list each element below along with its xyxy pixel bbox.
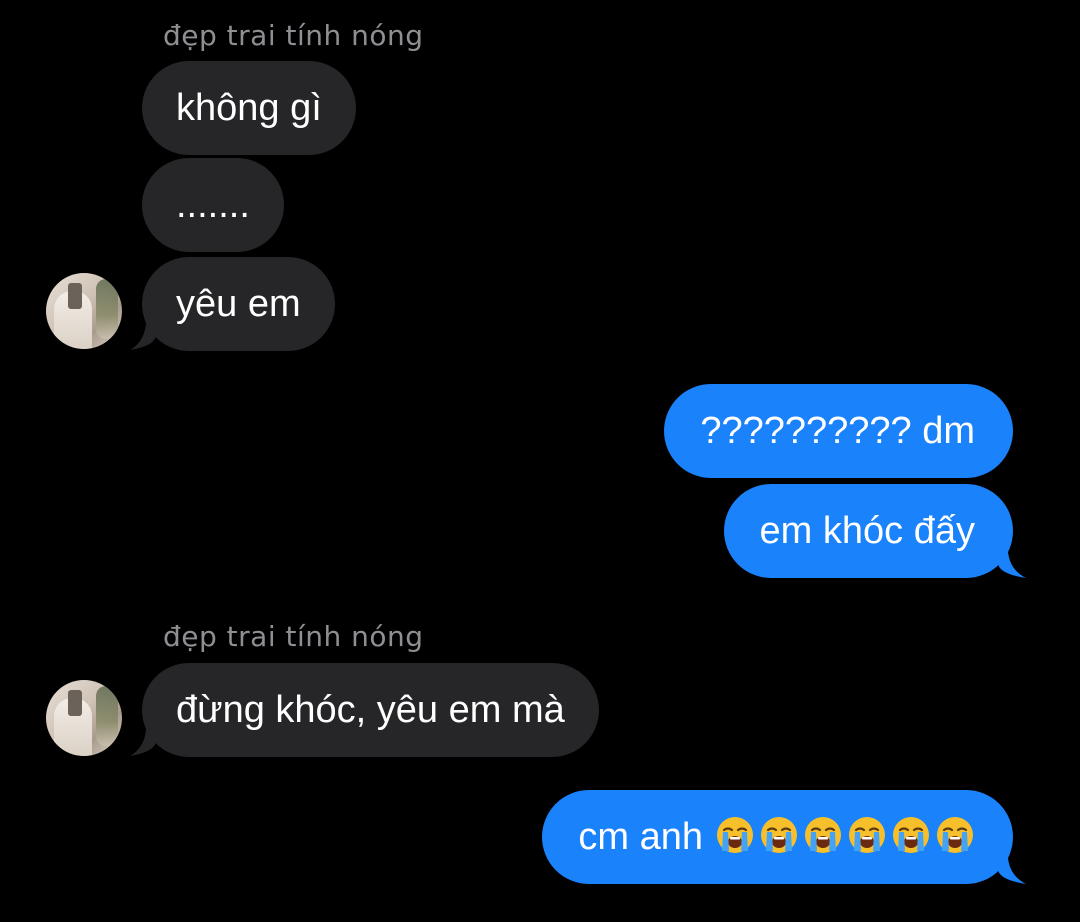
outgoing-message-bubble[interactable]: ?????????? dm: [664, 384, 1013, 478]
loudly-crying-face-icon: [847, 815, 887, 855]
incoming-message-bubble[interactable]: đừng khóc, yêu em mà: [142, 663, 599, 757]
avatar-photo-detail: [68, 283, 82, 309]
message-text: ?????????? dm: [700, 410, 975, 452]
message-text: cm anh: [578, 816, 703, 858]
avatar-photo-detail: [68, 690, 82, 716]
message-text: .......: [176, 184, 250, 226]
contact-avatar[interactable]: [46, 273, 122, 349]
outgoing-message-bubble[interactable]: em khóc đấy: [723, 484, 1013, 578]
message-text: không gì: [176, 87, 322, 129]
incoming-message-bubble[interactable]: yêu em: [142, 257, 335, 351]
avatar-photo-detail: [96, 279, 118, 339]
message-text: yêu em: [176, 283, 301, 325]
loudly-crying-face-icon: [803, 815, 843, 855]
loudly-crying-face-icon: [891, 815, 931, 855]
loudly-crying-face-icon: [715, 815, 755, 855]
message-text: đừng khóc, yêu em mà: [176, 689, 565, 731]
message-text: em khóc đấy: [759, 510, 975, 552]
emoji-row: [703, 816, 975, 858]
loudly-crying-face-icon: [935, 815, 975, 855]
sender-name: đẹp trai tính nóng: [163, 620, 424, 653]
incoming-message-bubble[interactable]: .......: [142, 158, 284, 252]
chat-transcript: đẹp trai tính nóng không gì ....... yêu …: [0, 0, 1080, 922]
incoming-message-bubble[interactable]: không gì: [142, 61, 356, 155]
loudly-crying-face-icon: [759, 815, 799, 855]
sender-name: đẹp trai tính nóng: [163, 19, 424, 52]
outgoing-message-bubble[interactable]: cm anh: [542, 790, 1013, 884]
contact-avatar[interactable]: [46, 680, 122, 756]
avatar-photo-detail: [96, 686, 118, 746]
